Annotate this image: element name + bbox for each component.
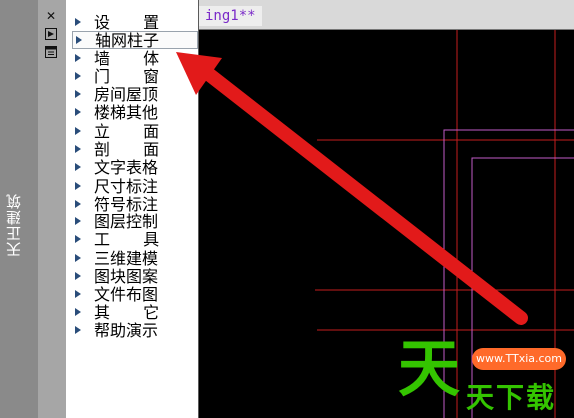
app-window: 天正建筑 ✕ 设 置 轴网柱子 墙 体 门 窗 房间屋顶 楼梯其他 立 面 剖 …	[0, 0, 574, 418]
watermark-logo: 天	[398, 332, 461, 405]
arrow-shaft	[199, 65, 528, 325]
watermark-url: www.TTxia.com	[472, 348, 566, 370]
watermark-text: 天下载	[466, 381, 557, 414]
